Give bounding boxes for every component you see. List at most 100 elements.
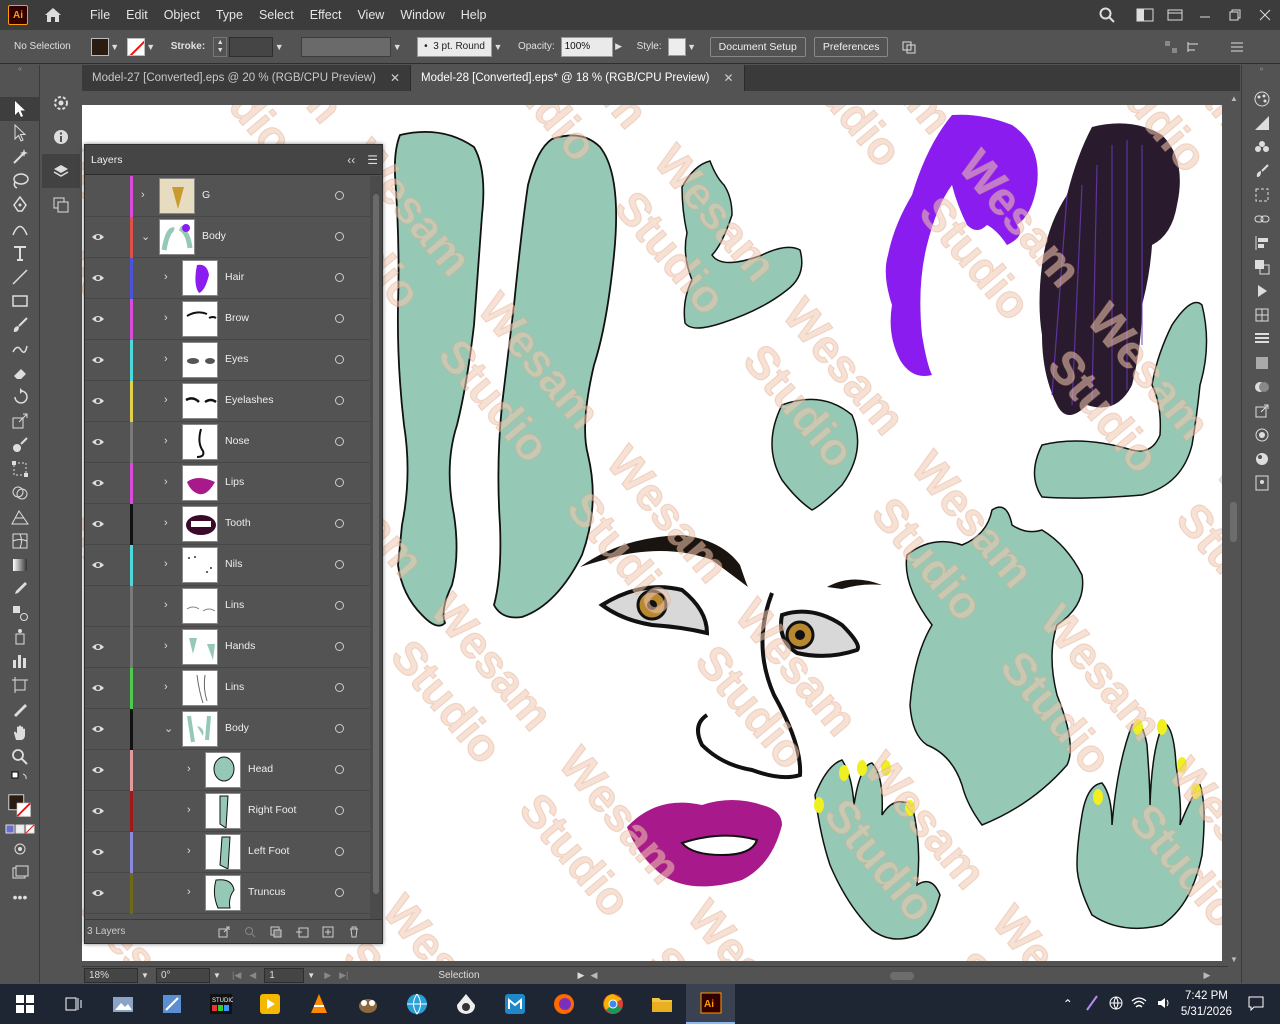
shaper-tool-icon[interactable] [0, 337, 40, 361]
chevron-down-icon[interactable]: ▼ [210, 971, 224, 980]
color-modes-icon[interactable] [0, 821, 40, 837]
pen-tool-icon[interactable] [0, 193, 40, 217]
export-panel-icon[interactable] [1242, 399, 1280, 423]
menu-lines-icon[interactable] [1226, 32, 1248, 62]
media-player-icon[interactable] [245, 984, 294, 1024]
layer-row[interactable]: › Brow [85, 299, 370, 340]
snipping-tool-icon[interactable] [147, 984, 196, 1024]
canvas-horizontal-scrollbar[interactable]: ◀ ▶ [590, 970, 1210, 982]
magic-wand-tool-icon[interactable] [0, 145, 40, 169]
chevron-down-icon[interactable]: ▼ [304, 971, 318, 980]
layer-row[interactable]: › Left Foot [85, 832, 370, 873]
layer-target-circle[interactable] [335, 683, 344, 692]
layer-row[interactable]: › Lins [85, 668, 370, 709]
canvas-vertical-scrollbar[interactable]: ▲ ▼ [1228, 92, 1240, 966]
align-panel-icon[interactable] [1242, 231, 1280, 255]
layer-name[interactable]: Nose [225, 435, 250, 447]
gradient-tool-icon[interactable] [0, 553, 40, 577]
layer-name[interactable]: Tooth [225, 517, 251, 529]
layer-name[interactable]: Nils [225, 558, 243, 570]
symbol-sprayer-tool-icon[interactable] [0, 625, 40, 649]
chevron-right-icon[interactable]: › [164, 394, 174, 408]
layer-row[interactable]: › Head [85, 750, 370, 791]
inkscape-icon[interactable] [441, 984, 490, 1024]
menu-file[interactable]: File [82, 0, 118, 30]
layer-target-circle[interactable] [335, 396, 344, 405]
menu-object[interactable]: Object [156, 0, 208, 30]
chevron-up-icon[interactable]: ⌃ [1063, 997, 1073, 1011]
chevron-right-icon[interactable]: › [164, 312, 174, 326]
hand-tool-icon[interactable] [0, 721, 40, 745]
menu-edit[interactable]: Edit [118, 0, 156, 30]
visibility-eye-icon[interactable] [91, 641, 105, 653]
zoom-field[interactable]: 18% [84, 968, 138, 983]
opacity-input[interactable]: 100% [560, 36, 613, 57]
menu-view[interactable]: View [349, 0, 392, 30]
menu-help[interactable]: Help [453, 0, 495, 30]
lasso-tool-icon[interactable] [0, 169, 40, 193]
scale-tool-icon[interactable] [0, 409, 40, 433]
variable-width-profile[interactable] [301, 36, 392, 57]
delete-layer-icon[interactable] [341, 924, 367, 940]
properties-icon[interactable] [42, 86, 80, 120]
layer-target-circle[interactable] [335, 765, 344, 774]
swap-fill-stroke-icon[interactable] [0, 769, 40, 791]
symbols-icon[interactable] [1242, 183, 1280, 207]
curvature-tool-icon[interactable] [0, 217, 40, 241]
links-icon[interactable] [1242, 207, 1280, 231]
layers-icon[interactable] [42, 154, 80, 188]
graphic-styles-icon[interactable] [1242, 447, 1280, 471]
type-tool-icon[interactable] [0, 241, 40, 265]
chevron-down-icon[interactable]: ⌄ [141, 230, 151, 244]
globe-icon[interactable] [1109, 996, 1123, 1013]
new-sublayer-icon[interactable] [289, 924, 315, 940]
layer-name[interactable]: Hands [225, 640, 255, 652]
chevron-right-icon[interactable]: › [164, 517, 174, 531]
paintbrush-tool-icon[interactable] [0, 313, 40, 337]
file-explorer-icon[interactable] [637, 984, 686, 1024]
selection-tool-icon[interactable] [0, 97, 40, 121]
volume-icon[interactable] [1157, 996, 1171, 1013]
appearance-icon[interactable] [1242, 423, 1280, 447]
layer-target-circle[interactable] [335, 560, 344, 569]
layer-target-circle[interactable] [335, 273, 344, 282]
menu-select[interactable]: Select [251, 0, 302, 30]
layer-target-circle[interactable] [335, 314, 344, 323]
windows-start-icon[interactable] [0, 984, 49, 1024]
wifi-icon[interactable] [1131, 996, 1147, 1013]
transparency-icon[interactable] [1242, 375, 1280, 399]
graphic-style-swatch[interactable] [667, 37, 686, 56]
globe-app-icon[interactable] [392, 984, 441, 1024]
home-icon[interactable] [42, 4, 64, 26]
collapse-toolbar-icon[interactable]: « [0, 65, 40, 73]
next-artboard-icon[interactable]: ▶ [324, 970, 331, 981]
pathfinder-icon[interactable] [1242, 255, 1280, 279]
chevron-down-icon[interactable]: ▼ [109, 38, 121, 56]
visibility-eye-icon[interactable] [91, 805, 105, 817]
visibility-eye-icon[interactable] [91, 846, 105, 858]
layer-name[interactable]: Hair [225, 271, 244, 283]
chevron-right-icon[interactable]: › [164, 353, 174, 367]
visibility-eye-icon[interactable] [91, 272, 105, 284]
photos-app-icon[interactable] [98, 984, 147, 1024]
visibility-eye-icon[interactable] [91, 395, 105, 407]
layer-name[interactable]: Lips [225, 476, 244, 488]
chevron-down-icon[interactable]: ▼ [391, 38, 403, 56]
layer-row[interactable]: › Nose [85, 422, 370, 463]
close-icon[interactable]: ✕ [723, 71, 733, 85]
layer-target-circle[interactable] [335, 519, 344, 528]
edit-toolbar-icon[interactable]: ••• [0, 885, 40, 909]
notifications-icon[interactable] [1248, 995, 1264, 1014]
layer-name[interactable]: Body [202, 230, 226, 242]
stroke-weight-stepper[interactable]: ▲ ▼ [213, 36, 228, 57]
visibility-eye-icon[interactable] [91, 477, 105, 489]
layer-target-circle[interactable] [335, 355, 344, 364]
chevron-right-icon[interactable]: › [164, 476, 174, 490]
artboards-icon[interactable] [42, 188, 80, 222]
mesh-tool-icon[interactable] [0, 529, 40, 553]
layer-row[interactable]: › Hair [85, 258, 370, 299]
tab-model-28[interactable]: Model-28 [Converted].eps* @ 18 % (RGB/CP… [411, 65, 745, 91]
layer-row[interactable]: › Nils [85, 545, 370, 586]
chevron-right-icon[interactable]: › [164, 599, 174, 613]
restore-icon[interactable] [1220, 0, 1250, 30]
